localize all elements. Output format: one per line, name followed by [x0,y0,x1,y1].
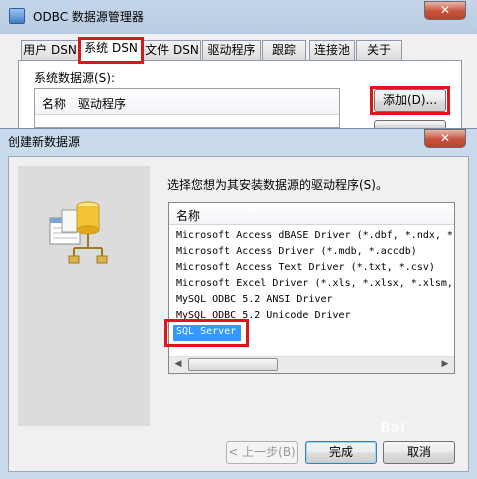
cancel-button[interactable]: 取消 [383,441,455,464]
dialog-title: 创建新数据源 [8,135,81,149]
highlight-box-system-dsn-tab [78,37,144,64]
finish-button[interactable]: 完成 [305,441,377,464]
back-button[interactable]: < 上一步(B) [226,441,298,464]
tab-about[interactable]: 关于 [356,40,402,60]
driver-item[interactable]: Microsoft Access dBASE Driver (*.dbf, *.… [176,229,453,243]
scroll-left-arrow-icon[interactable]: ◀ [170,357,186,372]
scroll-right-arrow-icon[interactable]: ▶ [437,357,453,372]
driver-item[interactable]: Microsoft Excel Driver (*.xls, *.xlsx, *… [176,277,453,291]
driver-item[interactable]: MySQL ODBC 5.2 ANSI Driver [176,293,333,307]
highlight-box-sql-server [164,319,249,347]
system-data-sources-label: 系统数据源(S): [34,71,116,85]
tab-connection-pooling[interactable]: 连接池 [309,40,355,60]
data-source-icon [49,201,108,264]
highlight-box-add-button [370,86,450,115]
manager-close-button[interactable]: ✕ [424,1,466,20]
driver-name-column-header[interactable]: 名称 [176,207,200,224]
tab-file-dsn[interactable]: 文件 DSN [143,40,201,60]
watermark: Bai [380,420,405,436]
driver-item[interactable]: Microsoft Access Driver (*.mdb, *.accdb) [176,245,417,259]
odbc-app-icon [9,8,25,24]
tab-user-dsn[interactable]: 用户 DSN [21,40,79,60]
tab-drivers[interactable]: 驱动程序 [202,40,261,60]
manager-window-title: ODBC 数据源管理器 [33,10,144,24]
driver-item[interactable]: Microsoft Access Text Driver (*.txt, *.c… [176,261,435,275]
driver-list-header [169,203,454,225]
column-driver-header[interactable]: 驱动程序 [78,95,126,112]
driver-prompt: 选择您想为其安装数据源的驱动程序(S)。 [167,178,388,192]
scrollbar-thumb[interactable] [188,358,278,371]
tab-tracing[interactable]: 跟踪 [262,40,306,60]
dialog-close-button[interactable]: ✕ [424,129,466,148]
column-name-header[interactable]: 名称 [42,95,66,112]
